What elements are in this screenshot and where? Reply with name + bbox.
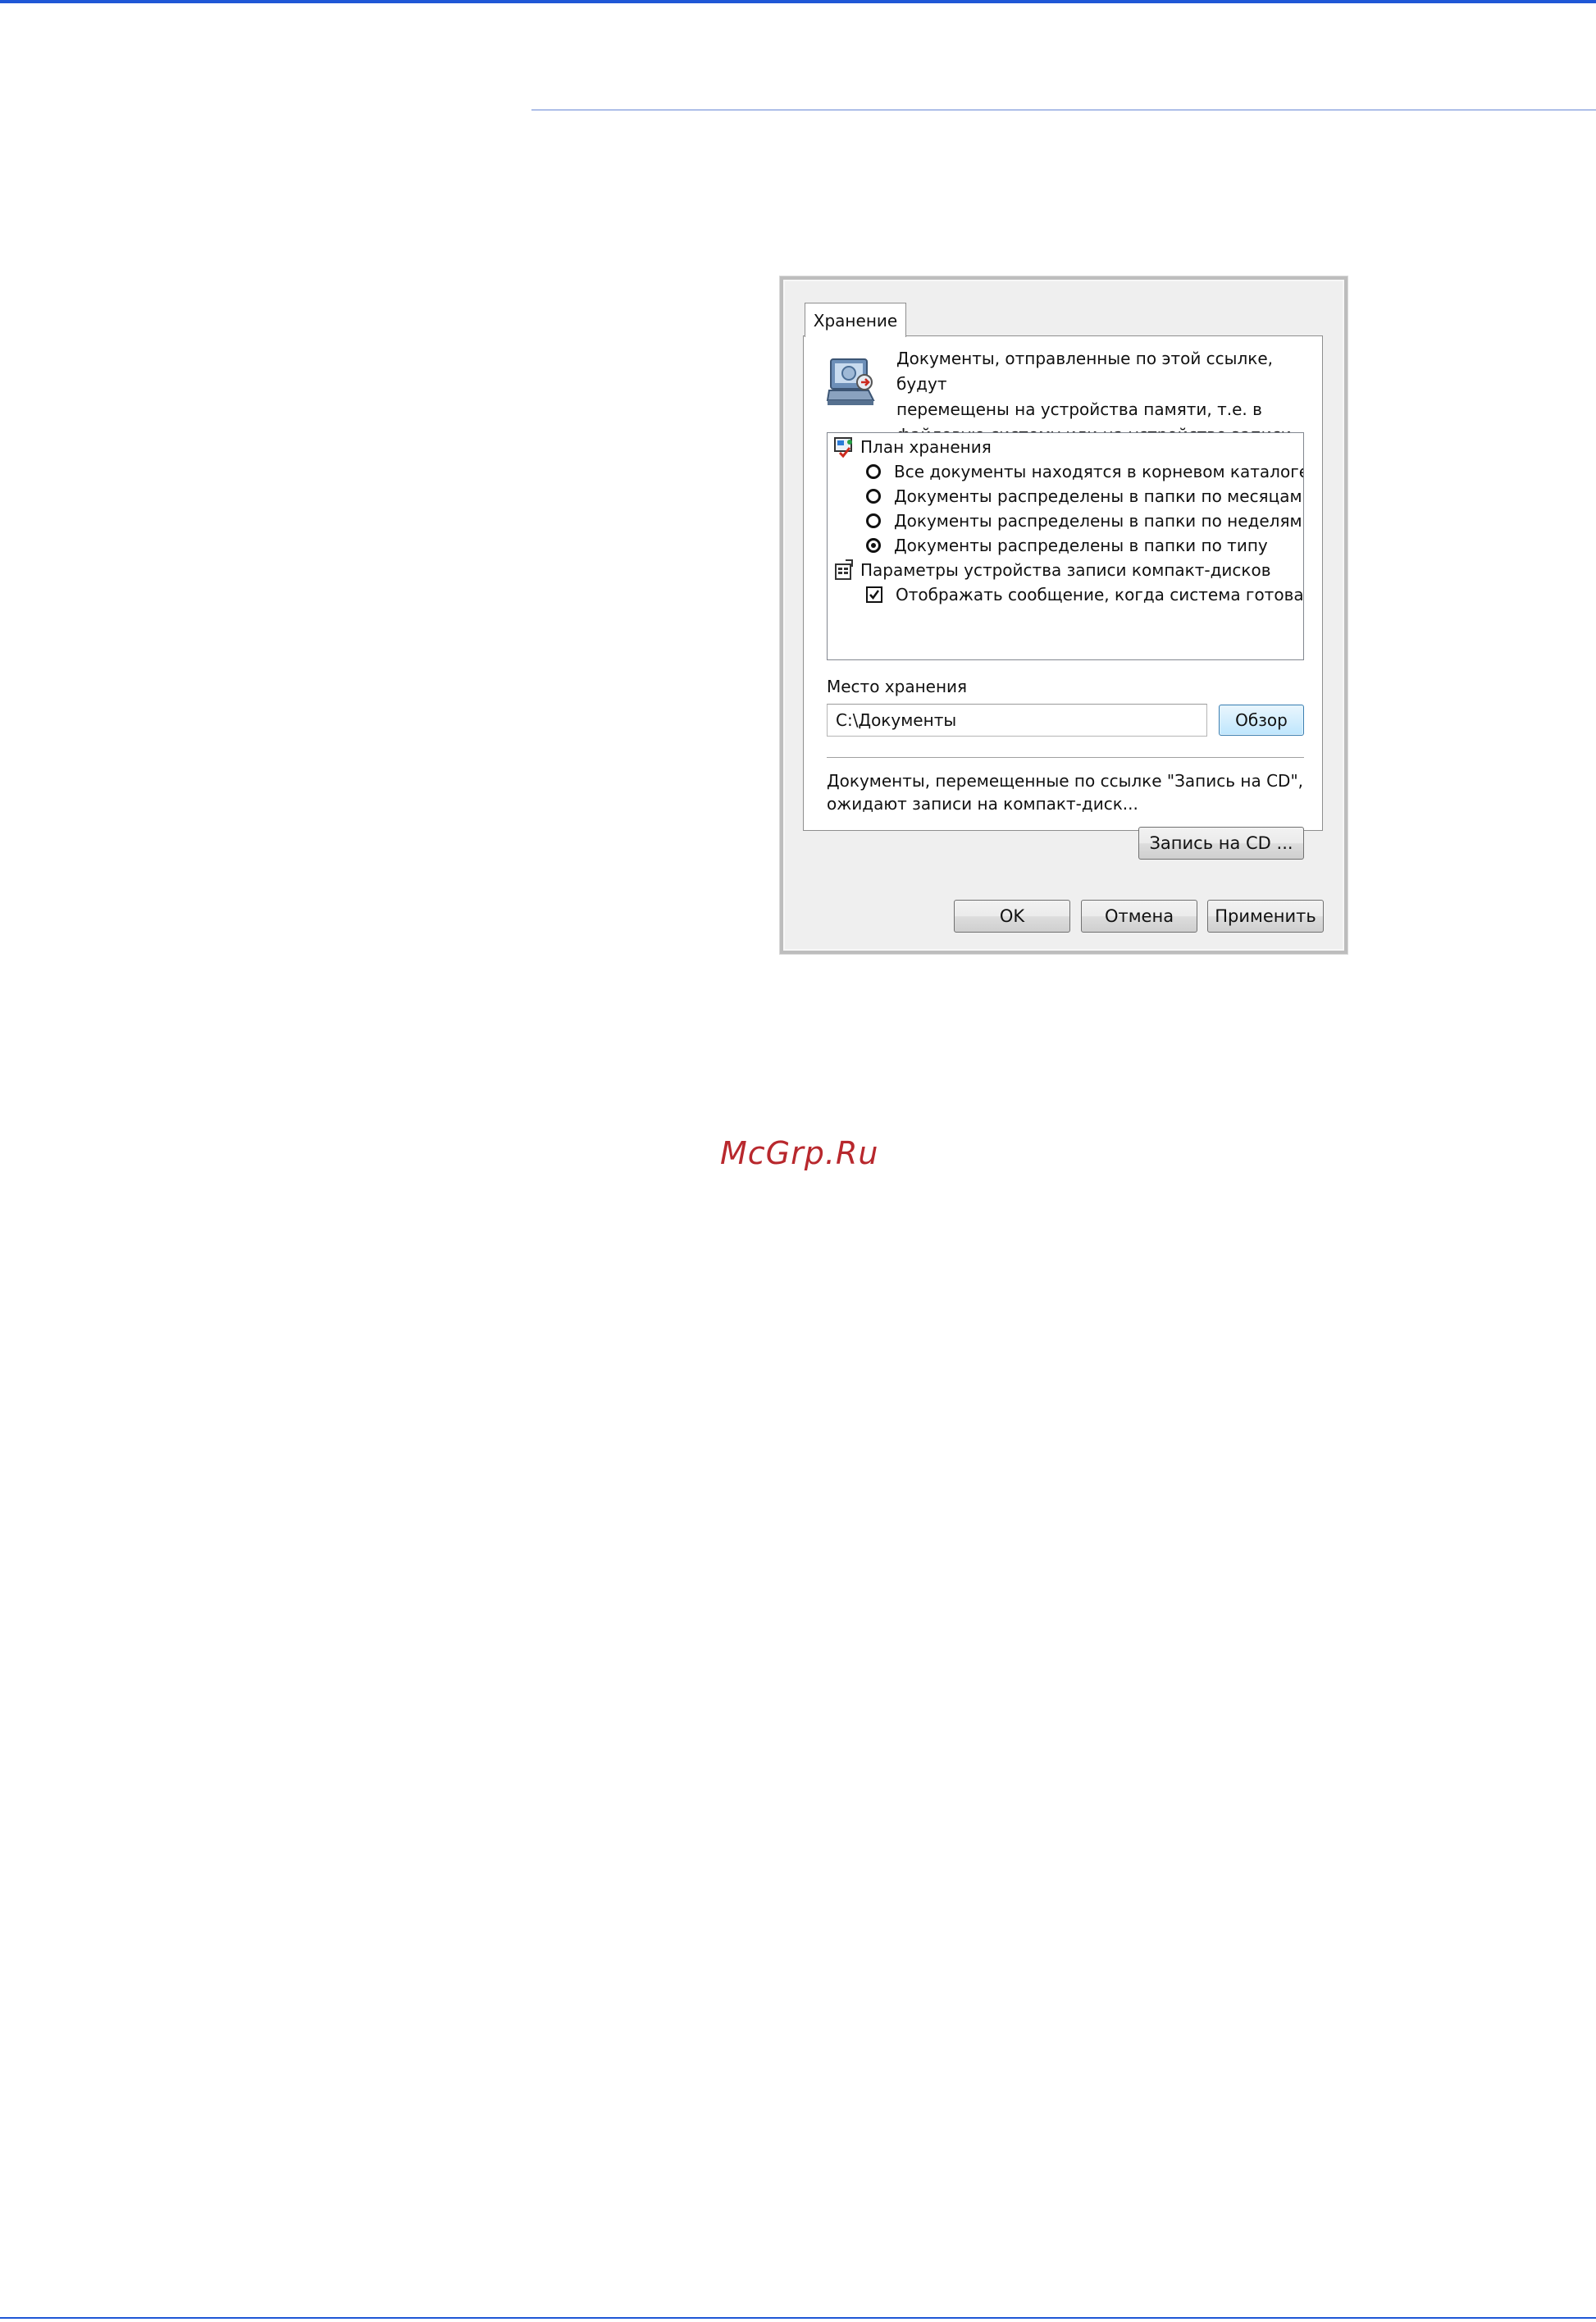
radio-option-type[interactable]: Документы распределены в папки по типу (866, 533, 1268, 558)
apply-button[interactable]: Применить (1207, 900, 1324, 933)
ok-button[interactable]: OK (954, 900, 1070, 933)
cancel-button[interactable]: Отмена (1081, 900, 1197, 933)
tree-label-storage-plan: План хранения (860, 437, 992, 457)
checkmark-icon (869, 590, 880, 600)
radio-label: Все документы находятся в корневом катал… (894, 462, 1304, 481)
storage-properties-dialog: Хранение Документы, отправленные по этой… (779, 276, 1348, 955)
radio-button[interactable] (866, 513, 881, 528)
burn-cd-button[interactable]: Запись на CD ... (1138, 827, 1304, 860)
separator (827, 757, 1304, 759)
radio-label: Документы распределены в папки по типу (894, 536, 1268, 555)
radio-button[interactable] (866, 489, 881, 504)
checkbox-option-ready-message[interactable]: Отображать сообщение, когда система гото… (866, 582, 1304, 607)
watermark: McGrp.Ru (720, 1135, 879, 1171)
bottom-accent-rule (0, 2317, 1596, 2319)
checkbox-label: Отображать сообщение, когда система гото… (896, 585, 1304, 604)
cd-description: Документы, перемещенные по ссылке "Запис… (827, 771, 1304, 814)
location-label: Место хранения (827, 677, 968, 696)
tab-storage[interactable]: Хранение (805, 303, 906, 337)
tree-node-storage-plan[interactable]: План хранения (832, 435, 992, 459)
radio-button-selected[interactable] (866, 538, 881, 553)
radio-label: Документы распределены в папки по неделя… (894, 511, 1302, 531)
tree-node-cd-settings[interactable]: Параметры устройства записи компакт-диск… (832, 558, 1271, 582)
browse-button[interactable]: Обзор (1219, 705, 1304, 736)
radio-option-months[interactable]: Документы распределены в папки по месяца… (866, 484, 1302, 509)
radio-label: Документы распределены в папки по месяца… (894, 486, 1302, 506)
storage-options-tree: План хранения Все документы находятся в … (827, 432, 1304, 660)
storage-plan-icon (832, 436, 855, 458)
radio-option-root[interactable]: Все документы находятся в корневом катал… (866, 459, 1304, 484)
top-accent-rule (0, 0, 1596, 3)
tab-panel-storage: Документы, отправленные по этой ссылке, … (803, 335, 1323, 860)
tree-label-cd-settings: Параметры устройства записи компакт-диск… (860, 560, 1271, 580)
cd-settings-icon (832, 559, 855, 582)
location-input[interactable] (827, 704, 1207, 737)
radio-option-weeks[interactable]: Документы распределены в папки по неделя… (866, 509, 1302, 533)
radio-button[interactable] (866, 464, 881, 479)
storage-device-icon (826, 356, 877, 408)
header-rule (531, 109, 1596, 111)
checkbox[interactable] (866, 586, 882, 603)
